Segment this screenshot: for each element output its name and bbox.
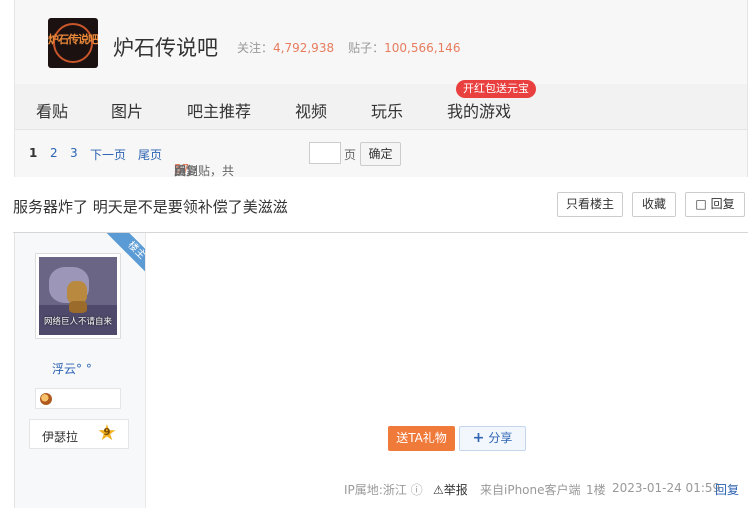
- share-plus-icon: +: [472, 430, 485, 446]
- forum-name[interactable]: 炉石传说吧: [113, 32, 218, 62]
- posts-label: 贴子：: [348, 41, 385, 55]
- floor-reply-link[interactable]: 回复: [715, 481, 739, 498]
- forum-nav: 看贴 图片 吧主推荐 视频 玩乐 我的游戏: [14, 84, 748, 130]
- reply-button-label: 回复: [710, 197, 735, 211]
- post-title: 服务器炸了 明天是不是要领补偿了美滋滋: [13, 198, 288, 216]
- share-button[interactable]: + 分享: [459, 426, 526, 451]
- follow-count: 4,792,938: [273, 41, 335, 55]
- follow-label: 关注：: [237, 41, 274, 55]
- favorite-button[interactable]: 收藏: [632, 192, 676, 217]
- send-gift-button[interactable]: 送TA礼物: [388, 426, 455, 451]
- confirm-jump-button[interactable]: 确定: [360, 142, 401, 166]
- author-username[interactable]: 浮云° °: [52, 360, 92, 377]
- page-3[interactable]: 3: [70, 146, 78, 160]
- nav-item-images[interactable]: 图片: [111, 98, 143, 122]
- logo-text: 炉石传说吧: [48, 33, 98, 46]
- forum-header: 炉石传说吧 炉石传说吧 关注：4,792,938 贴子：100,566,146: [14, 0, 748, 84]
- ip-text: IP属地:浙江: [344, 483, 407, 497]
- jump-page-input[interactable]: [309, 142, 341, 164]
- level-number: 9: [103, 427, 111, 438]
- forum-stats: 关注：4,792,938 贴子：100,566,146: [237, 39, 460, 56]
- only-op-button[interactable]: 只看楼主: [557, 192, 623, 217]
- post-time: 2023-01-24 01:59: [612, 481, 721, 495]
- jump-label: 跳到: [174, 164, 199, 178]
- author-level[interactable]: 伊瑟拉 ★ 9: [29, 419, 129, 449]
- share-label: 分享: [488, 431, 513, 445]
- level-name: 伊瑟拉: [42, 430, 79, 444]
- avatar-caption: 网络巨人不请自来: [43, 317, 112, 327]
- post-content: [145, 233, 748, 508]
- help-icon[interactable]: ⓘ: [411, 483, 423, 497]
- posts-count: 100,566,146: [384, 41, 461, 55]
- member-badge-icon[interactable]: [40, 393, 52, 405]
- report-link[interactable]: ⚠举报: [433, 481, 468, 498]
- nav-item-video[interactable]: 视频: [295, 98, 327, 122]
- reply-button[interactable]: □ 回复: [685, 192, 745, 217]
- post-source: 来自iPhone客户端: [480, 483, 581, 497]
- avatar[interactable]: 网络巨人不请自来: [35, 253, 121, 339]
- avatar-image: 网络巨人不请自来: [39, 257, 117, 335]
- red-packet-badge[interactable]: 开红包送元宝: [456, 80, 536, 98]
- warning-icon: ⚠: [433, 483, 444, 497]
- page-suffix: 页: [344, 148, 357, 162]
- ip-location: IP属地:浙江 ⓘ: [344, 481, 423, 498]
- page-2[interactable]: 2: [50, 146, 58, 160]
- pager: 1 2 3 下一页 尾页 57 回复贴，共 3 页， 跳到 页 确定: [14, 130, 748, 178]
- nav-item-posts[interactable]: 看贴: [36, 98, 68, 122]
- nav-item-fun[interactable]: 玩乐: [371, 98, 403, 122]
- floor-number: 1楼: [586, 483, 606, 497]
- nav-item-my-games[interactable]: 我的游戏: [447, 98, 511, 122]
- last-page-link[interactable]: 尾页: [138, 146, 162, 163]
- author-icon-box: [35, 388, 121, 409]
- next-page-link[interactable]: 下一页: [90, 146, 126, 163]
- page-1: 1: [29, 146, 38, 160]
- forum-logo[interactable]: 炉石传说吧: [48, 18, 98, 68]
- report-label: 举报: [443, 483, 468, 497]
- reply-icon: □: [695, 197, 707, 211]
- nav-item-recommended[interactable]: 吧主推荐: [187, 98, 251, 122]
